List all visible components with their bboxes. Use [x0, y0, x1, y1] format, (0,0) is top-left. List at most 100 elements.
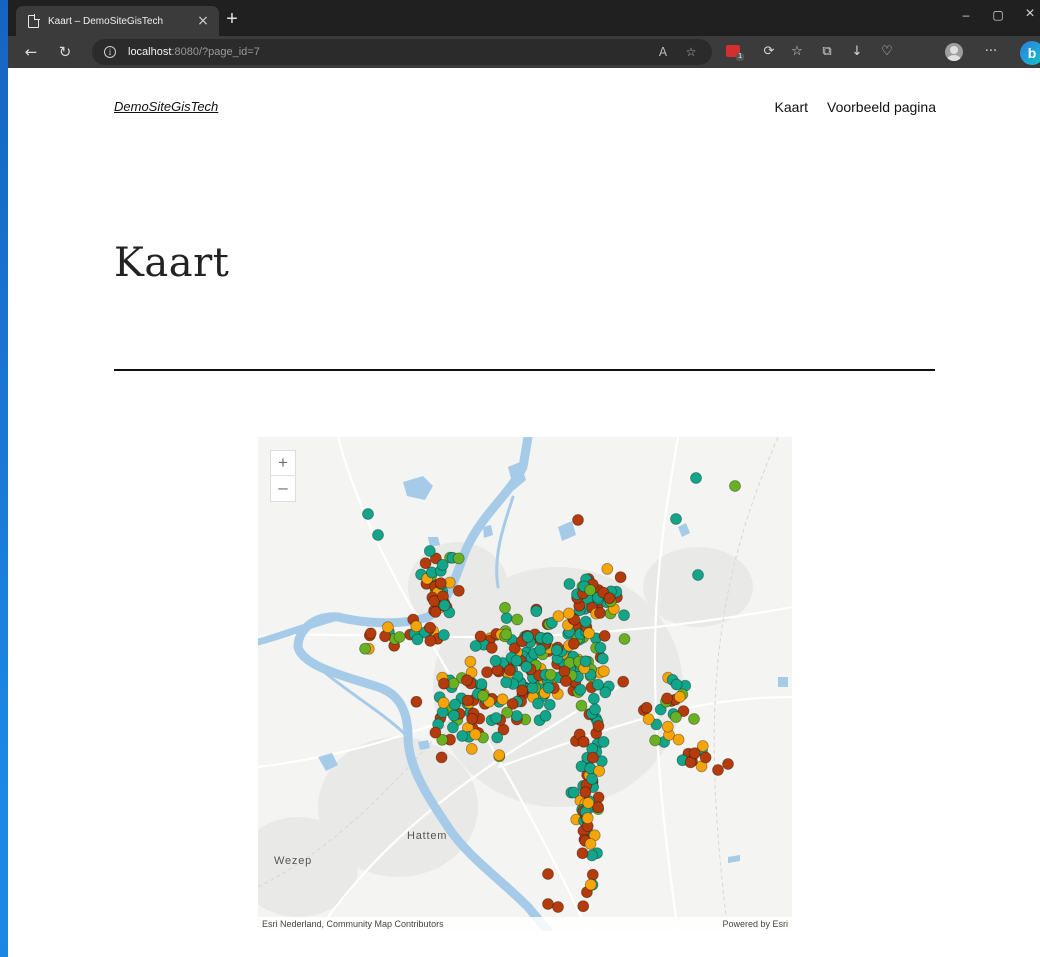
map-point-73[interactable]: [526, 681, 539, 694]
collections-icon[interactable]: ⧉: [816, 41, 838, 63]
map-point-219[interactable]: [563, 578, 576, 590]
map-point-349[interactable]: [592, 720, 605, 732]
read-aloud-icon[interactable]: A: [652, 41, 674, 63]
map-point-373[interactable]: [673, 690, 686, 703]
map-point-391[interactable]: [364, 627, 377, 640]
map-point-165[interactable]: [521, 630, 534, 643]
map-point-151[interactable]: [503, 664, 516, 677]
map-point-273[interactable]: [490, 712, 503, 724]
map-point-445[interactable]: [552, 901, 564, 913]
map-point-154[interactable]: [567, 637, 580, 650]
map-point-374[interactable]: [669, 711, 682, 724]
map-point-113[interactable]: [532, 697, 545, 710]
map-point-399[interactable]: [424, 634, 437, 647]
map-point-424[interactable]: [584, 878, 597, 891]
map-point-145[interactable]: [550, 644, 563, 657]
map-point-34[interactable]: [481, 666, 494, 679]
tab-active[interactable]: Kaart – DemoSiteGisTech ×: [16, 6, 219, 36]
map-point-396[interactable]: [410, 620, 423, 633]
map-point-397[interactable]: [381, 621, 394, 634]
map-point-371[interactable]: [640, 701, 653, 714]
address-bar[interactable]: i localhost :8080/?page_id=7 A ☆: [92, 39, 712, 65]
map-point-394[interactable]: [393, 631, 406, 643]
map-point-279[interactable]: [469, 728, 482, 741]
map-point-132[interactable]: [539, 709, 552, 722]
site-title-link[interactable]: DemoSiteGisTech: [114, 99, 218, 114]
map-point-247[interactable]: [489, 654, 502, 667]
map-point-164[interactable]: [542, 681, 555, 694]
map-point-377[interactable]: [688, 713, 700, 725]
map-point-221[interactable]: [465, 742, 478, 755]
map-point-276[interactable]: [437, 677, 450, 690]
map-point-215[interactable]: [562, 607, 575, 620]
map-point-435[interactable]: [362, 508, 374, 520]
map-point-144[interactable]: [469, 640, 482, 652]
map-point-386[interactable]: [437, 629, 450, 641]
attribution-right[interactable]: Powered by Esri: [722, 917, 788, 931]
map-point-272[interactable]: [437, 696, 450, 709]
map-point-444[interactable]: [542, 898, 554, 910]
map-point-271[interactable]: [410, 695, 423, 708]
map-point-427[interactable]: [699, 751, 712, 764]
map-point-265[interactable]: [456, 730, 469, 742]
map-point-89[interactable]: [500, 628, 513, 641]
map-point-250[interactable]: [446, 721, 459, 734]
map-point-403[interactable]: [586, 868, 599, 881]
map-point-443[interactable]: [722, 758, 734, 770]
nav-item-kaart[interactable]: Kaart: [775, 99, 808, 115]
map-point-253[interactable]: [447, 709, 460, 722]
map-point-422[interactable]: [584, 837, 597, 850]
map-point-255[interactable]: [449, 698, 461, 711]
map-point-441[interactable]: [572, 514, 584, 526]
map-point-189[interactable]: [579, 615, 592, 628]
nav-item-voorbeeld-pagina[interactable]: Voorbeeld pagina: [827, 99, 936, 115]
map-point-262[interactable]: [496, 693, 509, 706]
map-point-372[interactable]: [661, 692, 674, 705]
map-point-437[interactable]: [690, 472, 702, 484]
map-point-375[interactable]: [672, 733, 685, 746]
map-point-446[interactable]: [542, 868, 554, 880]
map-point-393[interactable]: [424, 621, 436, 634]
map-point-304[interactable]: [452, 552, 465, 565]
map-point-36[interactable]: [587, 692, 600, 705]
map-point-275[interactable]: [429, 726, 442, 739]
map-point-218[interactable]: [583, 627, 595, 640]
map-point-163[interactable]: [596, 652, 609, 665]
map-point-361[interactable]: [642, 713, 655, 726]
map-point-223[interactable]: [435, 751, 448, 764]
profile-avatar[interactable]: [945, 43, 963, 61]
map-point-438[interactable]: [729, 480, 741, 492]
bing-copilot-icon[interactable]: b: [1020, 41, 1040, 65]
extensions-icon[interactable]: ⟳: [758, 41, 780, 63]
map-point-60[interactable]: [618, 633, 631, 645]
map-point-310[interactable]: [419, 557, 432, 570]
map-point-434[interactable]: [688, 747, 701, 760]
map-point-241[interactable]: [466, 712, 479, 725]
map-point-82[interactable]: [575, 699, 588, 712]
map-point-379[interactable]: [661, 720, 674, 733]
map-point-420[interactable]: [582, 797, 595, 809]
map-point-180[interactable]: [552, 610, 565, 623]
map-point-94[interactable]: [592, 678, 604, 691]
map-point-314[interactable]: [438, 599, 451, 612]
health-icon[interactable]: ♡: [876, 41, 898, 63]
map-point-105[interactable]: [511, 613, 524, 626]
map-point-158[interactable]: [499, 601, 511, 614]
map-point-376[interactable]: [649, 734, 662, 747]
minimize-button[interactable]: –: [952, 8, 980, 22]
map-point-313[interactable]: [434, 577, 447, 590]
map-point-354[interactable]: [577, 735, 590, 748]
map-point-398[interactable]: [359, 642, 371, 655]
map-point-267[interactable]: [461, 694, 474, 707]
map-point-343[interactable]: [586, 751, 599, 764]
tab-close-icon[interactable]: ×: [195, 13, 211, 29]
map-point-168[interactable]: [500, 676, 513, 689]
refresh-icon[interactable]: ↻: [54, 41, 76, 63]
map-point-21[interactable]: [530, 605, 543, 618]
map-point-242[interactable]: [493, 749, 506, 762]
back-icon[interactable]: ←: [20, 41, 42, 63]
more-menu-icon[interactable]: ···: [980, 41, 1002, 63]
map-point-421[interactable]: [579, 786, 592, 799]
map-point-406[interactable]: [586, 772, 599, 785]
close-window-button[interactable]: ×: [1016, 5, 1040, 23]
